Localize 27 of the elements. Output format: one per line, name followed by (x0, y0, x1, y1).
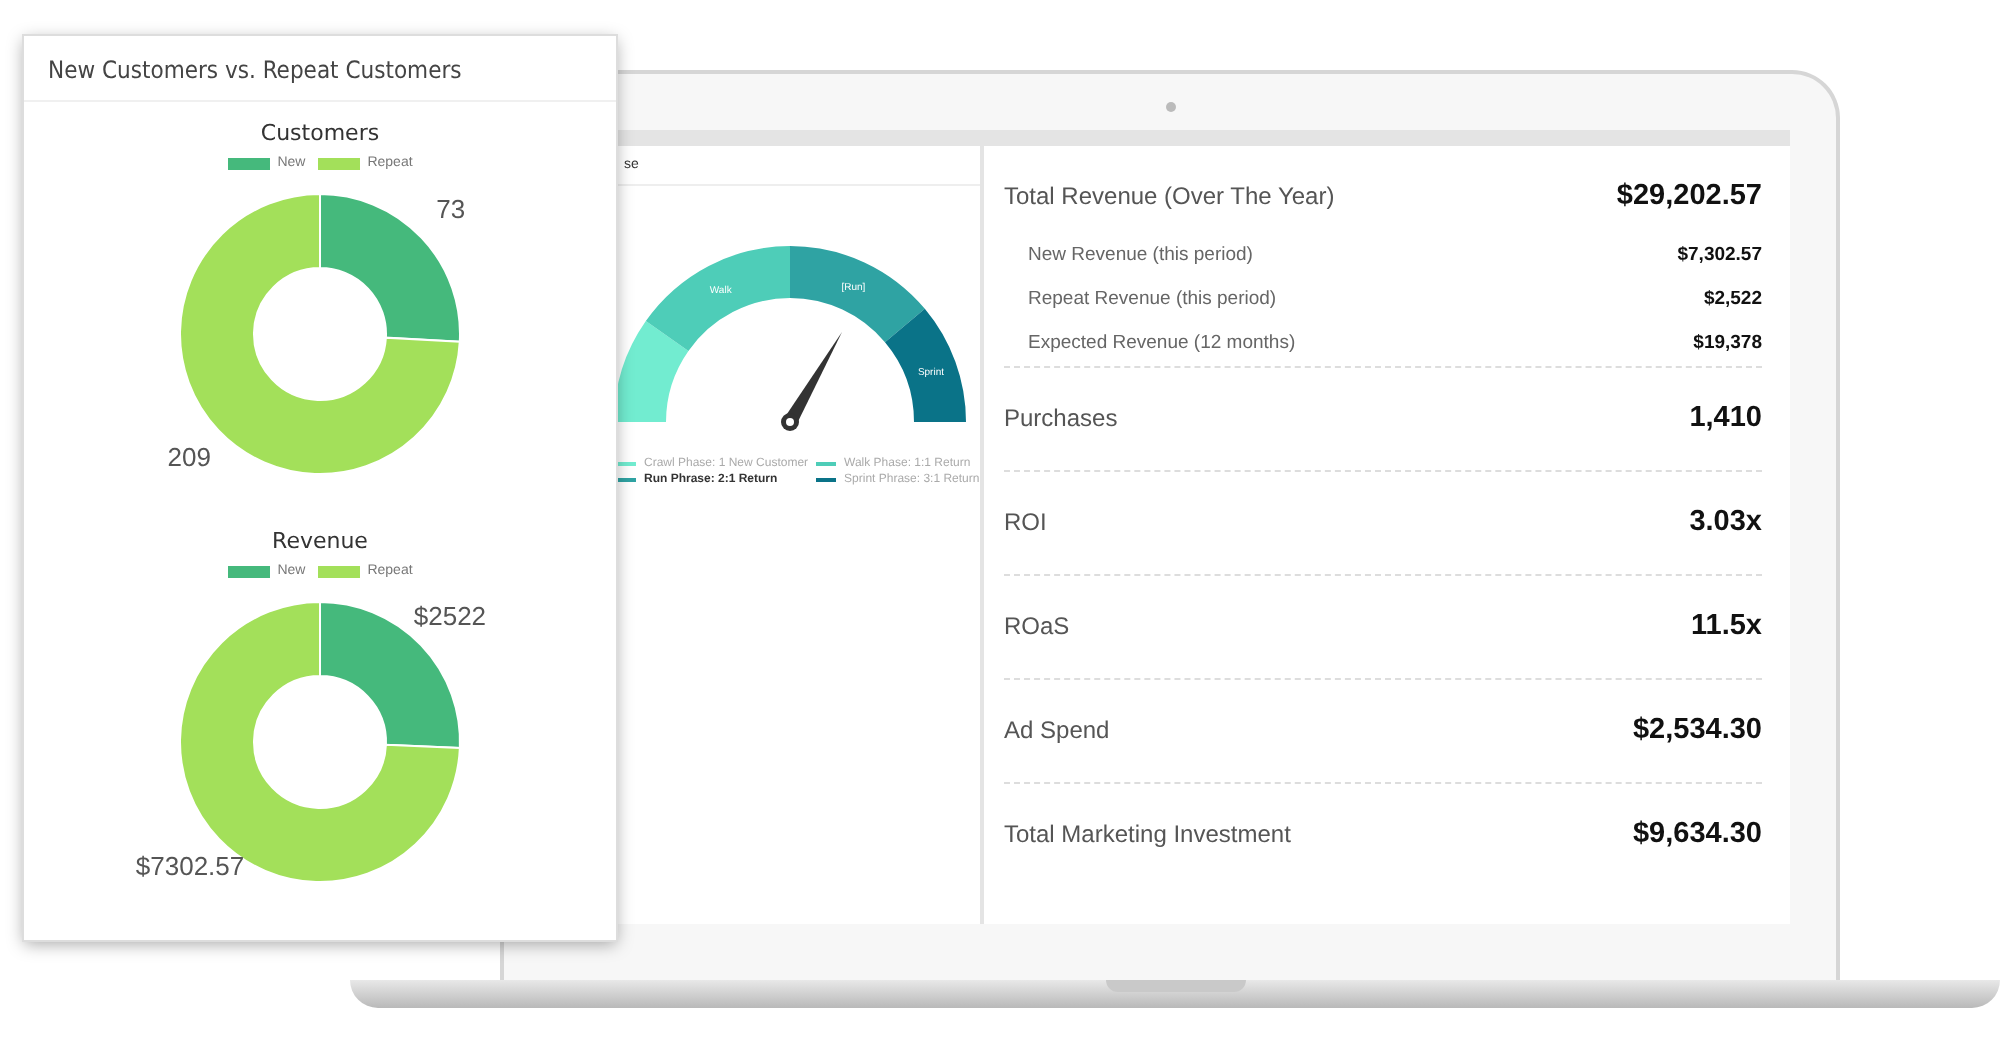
gauge-needle (781, 331, 842, 431)
card-title: New Customers vs. Repeat Customers (24, 36, 616, 102)
metric-label: ROaS (1004, 612, 1070, 640)
data-label: 73 (436, 194, 466, 225)
metric-label: ROI (1004, 508, 1047, 536)
metric-value: $9,634.30 (1632, 818, 1762, 850)
chart-title: Customers (260, 120, 380, 146)
metric-value: $2,522 (1703, 288, 1762, 310)
metric-value: 3.03x (1689, 506, 1762, 538)
metric-value: 11.5x (1691, 610, 1762, 642)
metric-label: Ad Spend (1004, 716, 1110, 744)
chart-title: Revenue (272, 528, 368, 554)
metric-value: $7,302.57 (1677, 244, 1762, 266)
metric-label: New Revenue (this period) (1028, 244, 1253, 266)
metric-label: Total Marketing Investment (1004, 820, 1291, 848)
metric-value: 1,410 (1689, 402, 1762, 434)
metric-label: Expected Revenue (12 months) (1028, 332, 1296, 354)
data-label: 209 (167, 441, 211, 472)
camera-dot (1165, 102, 1175, 112)
metric-label: Repeat Revenue (this period) (1028, 288, 1277, 310)
metric-value: $29,202.57 (1616, 180, 1762, 212)
metric-value: $19,378 (1693, 332, 1762, 354)
metric-value: $2,534.30 (1632, 714, 1762, 746)
data-label: $2522 (413, 601, 487, 632)
metric-label: Purchases (1004, 404, 1118, 432)
metric-label: Total Revenue (Over The Year) (1004, 182, 1335, 210)
data-label: $7302.57 (135, 850, 245, 881)
